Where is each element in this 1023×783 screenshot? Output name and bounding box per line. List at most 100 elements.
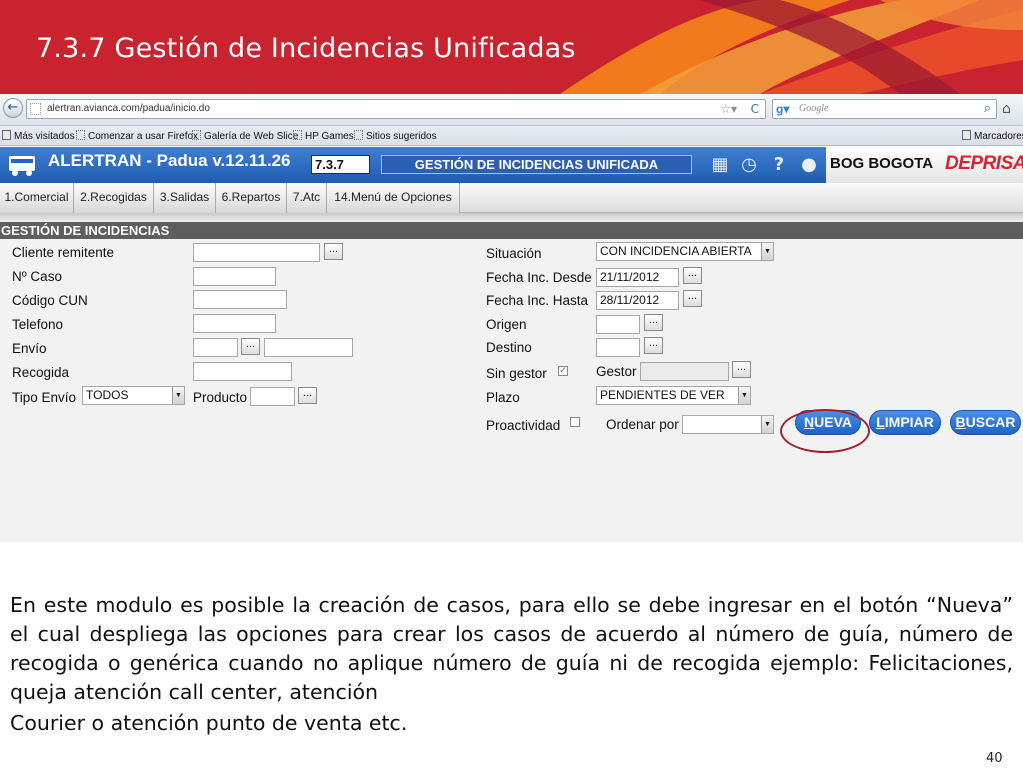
tab-atc[interactable]: 7.Atc <box>287 183 327 213</box>
body-paragraph: En este modulo es posible la creación de… <box>10 593 1013 704</box>
brand-logo: DEPRISA <box>945 153 1023 174</box>
telefono-input[interactable] <box>193 314 276 333</box>
page-icon <box>76 130 85 140</box>
url-text[interactable]: alertran.avianca.com/padua/inicio.do <box>47 103 210 114</box>
calendar-icon[interactable]: ▦ <box>709 154 731 176</box>
plazo-select[interactable]: PENDIENTES DE VER ▼ <box>596 386 751 405</box>
cliente-label: Cliente remitente <box>12 245 115 260</box>
gestor-input[interactable] <box>640 362 729 381</box>
site-identity-icon[interactable] <box>30 103 41 115</box>
dropdown-arrow-icon[interactable]: ▼ <box>738 387 750 404</box>
section-title: GESTIÓN DE INCIDENCIAS <box>0 222 1023 239</box>
bookmark-item[interactable]: Galería de Web Slice <box>192 130 298 142</box>
reload-icon[interactable]: C <box>751 102 759 116</box>
envio-lookup-button[interactable]: ... <box>241 338 260 355</box>
producto-label: Producto <box>193 390 248 405</box>
proactividad-label: Proactividad <box>486 418 561 433</box>
destino-lookup-button[interactable]: ... <box>644 337 663 354</box>
envio-input[interactable] <box>193 338 238 357</box>
bookmarks-menu[interactable]: Marcadores <box>962 130 1023 142</box>
tipo-envio-value: TODOS <box>86 388 129 402</box>
url-bar[interactable]: alertran.avianca.com/padua/inicio.do ☆▾ … <box>26 99 766 119</box>
fecha-hasta-label: Fecha Inc. Hasta <box>486 293 589 308</box>
origen-label: Origen <box>486 317 527 332</box>
body-paragraph-last-line: Courier o atención punto de venta etc. <box>10 711 408 735</box>
situacion-select[interactable]: CON INCIDENCIA ABIERTA ▼ <box>596 242 774 261</box>
sin-gestor-label: Sin gestor <box>486 366 547 381</box>
page-icon <box>192 130 201 140</box>
situacion-value: CON INCIDENCIA ABIERTA <box>600 244 752 258</box>
page-number: 40 <box>986 751 1003 766</box>
envio-detail-input[interactable] <box>264 338 353 357</box>
bookmark-folder-icon <box>2 130 11 140</box>
user-brand-area: BOG BOGOTA DEPRISA <box>826 147 1023 183</box>
dropdown-arrow-icon[interactable]: ▼ <box>172 387 184 404</box>
gestor-lookup-button[interactable]: ... <box>732 361 751 378</box>
incident-form: GESTIÓN DE INCIDENCIAS Cliente remitente… <box>0 222 1023 542</box>
tab-salidas[interactable]: 3.Salidas <box>154 183 216 213</box>
destino-input[interactable] <box>596 338 640 357</box>
slide-header-banner: 7.3.7 Gestión de Incidencias Unificadas <box>0 0 1023 94</box>
bookmark-star-icon[interactable]: ☆▾ <box>720 102 737 116</box>
slide-body-text: En este modulo es posible la creación de… <box>10 591 1013 738</box>
tab-repartos[interactable]: 6.Repartos <box>216 183 287 213</box>
bookmark-item[interactable]: Sitios sugeridos <box>354 130 437 142</box>
search-placeholder: Google <box>799 103 829 114</box>
ordenar-label: Ordenar por <box>606 417 679 432</box>
caso-input[interactable] <box>193 267 276 286</box>
plazo-label: Plazo <box>486 390 520 405</box>
tab-menu-opciones[interactable]: 14.Menú de Opciones <box>327 183 460 213</box>
tab-comercial[interactable]: 1.Comercial <box>0 183 74 213</box>
user-icon[interactable]: ● <box>798 154 820 176</box>
cun-label: Código CUN <box>12 293 88 308</box>
cliente-lookup-button[interactable]: ... <box>324 243 343 260</box>
app-module-title: GESTIÓN DE INCIDENCIAS UNIFICADA <box>381 155 692 174</box>
tab-recogidas[interactable]: 2.Recogidas <box>74 183 154 213</box>
google-engine-icon[interactable]: g▾ <box>776 102 790 116</box>
dropdown-arrow-icon[interactable]: ▼ <box>761 243 773 260</box>
buscar-button[interactable]: BUSCAR <box>950 410 1021 435</box>
page-icon <box>293 130 302 140</box>
app-header: ALERTRAN - Padua v.12.11.26 7.3.7 GESTIÓ… <box>0 147 1023 183</box>
bookmarks-icon <box>962 130 971 140</box>
limpiar-button[interactable]: LIMPIAR <box>869 410 941 435</box>
bookmark-item[interactable]: HP Games <box>293 130 354 142</box>
nueva-highlight-ring <box>780 409 870 453</box>
page-icon <box>354 130 363 140</box>
search-input[interactable]: g▾ Google ⌕ <box>772 99 997 119</box>
fecha-desde-input[interactable]: 21/11/2012 <box>596 268 679 287</box>
slide-title: 7.3.7 Gestión de Incidencias Unificadas <box>36 33 576 64</box>
fecha-hasta-picker-button[interactable]: ... <box>683 290 702 307</box>
tab-bar: 1.Comercial 2.Recogidas 3.Salidas 6.Repa… <box>0 183 1023 213</box>
recogida-label: Recogida <box>12 365 70 380</box>
cliente-input[interactable] <box>193 243 320 262</box>
envio-label: Envío <box>12 341 47 356</box>
fecha-hasta-input[interactable]: 28/11/2012 <box>596 291 679 310</box>
search-icon[interactable]: ⌕ <box>984 101 991 116</box>
origen-input[interactable] <box>596 315 640 334</box>
home-icon[interactable]: ⌂ <box>1002 101 1011 117</box>
bookmark-item[interactable]: Más visitados <box>2 130 75 142</box>
fecha-desde-label: Fecha Inc. Desde <box>486 270 592 285</box>
fecha-desde-picker-button[interactable]: ... <box>683 267 702 284</box>
app-name: ALERTRAN - Padua v.12.11.26 <box>48 151 291 170</box>
tipo-envio-label: Tipo Envío <box>12 390 77 405</box>
producto-lookup-button[interactable]: ... <box>298 387 317 404</box>
dropdown-arrow-icon[interactable]: ▼ <box>761 416 773 433</box>
tipo-envio-select[interactable]: TODOS ▼ <box>82 386 185 405</box>
browser-toolbar: ← alertran.avianca.com/padua/inicio.do ☆… <box>0 94 1023 126</box>
telefono-label: Telefono <box>12 317 64 332</box>
ordenar-select[interactable]: ▼ <box>682 415 774 434</box>
app-code-field[interactable]: 7.3.7 <box>311 155 370 174</box>
clock-icon[interactable]: ◷ <box>738 154 760 176</box>
recogida-input[interactable] <box>193 362 292 381</box>
cun-input[interactable] <box>193 290 287 309</box>
producto-input[interactable] <box>250 387 295 406</box>
sin-gestor-checkbox[interactable]: ✓ <box>558 366 568 376</box>
bookmark-item[interactable]: Comenzar a usar Firefox <box>76 130 198 142</box>
origen-lookup-button[interactable]: ... <box>644 314 663 331</box>
user-location: BOG BOGOTA <box>830 155 934 172</box>
back-arrow-icon[interactable]: ← <box>3 98 23 118</box>
help-icon[interactable]: ? <box>768 154 790 176</box>
proactividad-checkbox[interactable] <box>570 417 580 427</box>
